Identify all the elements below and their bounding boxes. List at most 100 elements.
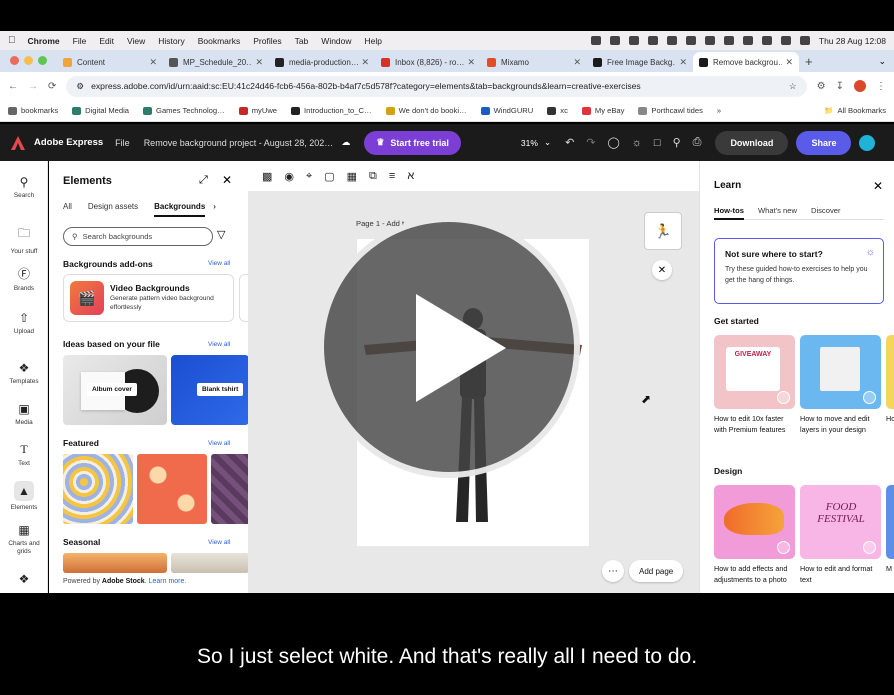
close-icon[interactable]: ✕ bbox=[222, 173, 232, 187]
effects-icon[interactable]: ▩ bbox=[262, 170, 272, 183]
browser-tab[interactable]: Remove backgrou… ✕ bbox=[693, 52, 799, 72]
browser-tab[interactable]: Inbox (8,826) - ro… ✕ bbox=[375, 52, 481, 72]
rail-addons[interactable]: ❖ bbox=[0, 572, 48, 589]
tab-whats-new[interactable]: What's new bbox=[758, 206, 797, 215]
idea-blank-tshirt[interactable]: Blank tshirt bbox=[171, 355, 248, 425]
tab-backgrounds[interactable]: Backgrounds bbox=[154, 202, 206, 217]
dismiss-icon[interactable]: ✕ bbox=[652, 260, 672, 280]
close-window-button[interactable] bbox=[10, 56, 19, 65]
translate-icon[interactable]: א bbox=[407, 170, 414, 182]
bookmark-item[interactable]: Digital Media bbox=[72, 106, 129, 115]
card-title-partial-2[interactable]: M wi bbox=[886, 564, 894, 575]
wifi-icon[interactable] bbox=[761, 36, 772, 45]
start-free-trial-button[interactable]: ♛ Start free trial bbox=[364, 130, 461, 155]
battery-icon[interactable] bbox=[742, 36, 753, 45]
addons-view-all-link[interactable]: View all bbox=[208, 260, 230, 267]
featured-background-1[interactable] bbox=[63, 454, 133, 524]
card-title-partial[interactable]: Ho bbox=[886, 414, 894, 425]
rail-brands[interactable]: Ⓕ Brands bbox=[0, 265, 48, 292]
menu-chrome[interactable]: Chrome bbox=[28, 36, 60, 46]
howto-card-premium[interactable]: GIVEAWAY bbox=[714, 335, 795, 409]
video-backgrounds-addon[interactable]: 🎬 Video Backgrounds Generate pattern vid… bbox=[63, 274, 234, 322]
rail-elements[interactable]: ▲ Elements bbox=[0, 481, 48, 511]
display-icon[interactable] bbox=[666, 36, 677, 45]
learn-more-link[interactable]: Learn more. bbox=[149, 578, 187, 585]
search-backgrounds-input[interactable]: ⚲ Search backgrounds bbox=[63, 227, 213, 246]
howto-card-effects[interactable] bbox=[714, 485, 795, 559]
apple-icon[interactable]:  bbox=[8, 35, 16, 46]
invite-icon[interactable]: ◯ bbox=[608, 136, 620, 149]
menu-bookmarks[interactable]: Bookmarks bbox=[198, 36, 241, 46]
more-bookmarks-icon[interactable]: » bbox=[717, 106, 721, 115]
close-icon[interactable]: ✕ bbox=[873, 179, 883, 193]
extension-puzzle-icon[interactable]: ⚙ bbox=[817, 81, 826, 92]
browser-tab[interactable]: MP_Schedule_20… ✕ bbox=[163, 52, 269, 72]
project-name[interactable]: Remove background project - August 28, 2… bbox=[144, 138, 334, 148]
featured-background-3[interactable] bbox=[211, 454, 248, 524]
undo-icon[interactable]: ↶ bbox=[565, 136, 574, 149]
menu-history[interactable]: History bbox=[158, 36, 184, 46]
browser-tab[interactable]: Mixamo ✕ bbox=[481, 52, 587, 72]
adobe-express-logo-icon[interactable] bbox=[10, 135, 26, 151]
browser-tab[interactable]: media-production… ✕ bbox=[269, 52, 375, 72]
new-tab-button[interactable]: + bbox=[805, 54, 813, 69]
menu-file[interactable]: File bbox=[73, 36, 87, 46]
video-play-button[interactable] bbox=[318, 216, 580, 478]
brand-name[interactable]: Adobe Express bbox=[34, 137, 103, 148]
card-title-layers[interactable]: How to move and edit layers in your desi… bbox=[800, 414, 883, 436]
rail-your-stuff[interactable]: 🗀 Your stuff bbox=[0, 224, 48, 255]
lightbulb-icon[interactable]: ☼ bbox=[632, 137, 642, 149]
bookmark-item[interactable]: Games Technolog… bbox=[143, 106, 225, 115]
volume-icon[interactable] bbox=[704, 36, 715, 45]
tab-search-chevron-icon[interactable]: ⌄ bbox=[878, 56, 886, 67]
more-options-icon[interactable]: ⋯ bbox=[602, 560, 624, 582]
rail-charts[interactable]: ▦ Charts and grids bbox=[0, 523, 48, 557]
redo-icon[interactable]: ↷ bbox=[586, 136, 595, 149]
rail-search[interactable]: ⚲ Search bbox=[0, 175, 48, 199]
featured-view-all-link[interactable]: View all bbox=[208, 440, 230, 447]
menu-profiles[interactable]: Profiles bbox=[253, 36, 281, 46]
menu-tab[interactable]: Tab bbox=[295, 36, 309, 46]
tab-discover[interactable]: Discover bbox=[811, 206, 841, 215]
bookmark-item[interactable]: Introduction_to_C… bbox=[291, 106, 372, 115]
tab-close-icon[interactable]: ✕ bbox=[361, 57, 369, 68]
add-page-button[interactable]: Add page bbox=[629, 560, 684, 582]
expand-icon[interactable]: ⤢ bbox=[199, 174, 208, 187]
featured-background-2[interactable] bbox=[137, 454, 207, 524]
zoom-window-button[interactable] bbox=[38, 56, 47, 65]
howto-card-layers[interactable] bbox=[800, 335, 881, 409]
canvas-area[interactable]: ▩ ◉ ⌖ ▢ ▦ ⧉ ≡ א Page 1 - Add t 🏃 ✕ ⬈ ⋯ A… bbox=[248, 161, 699, 593]
print-icon[interactable]: ⎙ bbox=[693, 136, 702, 149]
tab-close-icon[interactable]: ✕ bbox=[679, 57, 687, 68]
url-text[interactable]: express.adobe.com/id/urn:aaid:sc:EU:41c2… bbox=[91, 81, 641, 91]
seasonal-background-1[interactable] bbox=[63, 553, 167, 573]
spotlight-icon[interactable] bbox=[780, 36, 791, 45]
card-title-effects[interactable]: How to add effects and adjustments to a … bbox=[714, 564, 797, 586]
bookmark-item[interactable]: myUwe bbox=[238, 106, 277, 115]
clock[interactable]: Thu 28 Aug 12:08 bbox=[819, 36, 886, 46]
bookmark-item[interactable]: WindGURU bbox=[480, 106, 533, 115]
tab-close-icon[interactable]: ✕ bbox=[573, 57, 581, 68]
card-title-text[interactable]: How to edit and format text bbox=[800, 564, 883, 586]
url-bar[interactable]: ⚙ express.adobe.com/id/urn:aaid:sc:EU:41… bbox=[66, 75, 807, 97]
layer-thumbnail[interactable]: 🏃 bbox=[644, 212, 682, 250]
chrome-menu-icon[interactable]: ⋮ bbox=[876, 81, 886, 92]
menu-edit[interactable]: Edit bbox=[99, 36, 114, 46]
all-bookmarks[interactable]: 📁 All Bookmarks bbox=[824, 106, 886, 115]
arrange-icon[interactable]: ≡ bbox=[389, 170, 395, 182]
tab-close-icon[interactable]: ✕ bbox=[785, 57, 793, 68]
rail-text[interactable]: T Text bbox=[0, 442, 48, 467]
zoom-control[interactable]: 31% ⌄ bbox=[521, 137, 551, 148]
comment-icon[interactable]: □ bbox=[654, 137, 661, 149]
rail-templates[interactable]: ❖ Templates bbox=[0, 361, 48, 385]
shape-icon[interactable]: ▢ bbox=[324, 170, 334, 183]
bookmark-item[interactable]: My eBay bbox=[581, 106, 624, 115]
animate-icon[interactable]: ⧉ bbox=[369, 170, 377, 183]
minimize-window-button[interactable] bbox=[24, 56, 33, 65]
s-app-icon[interactable] bbox=[628, 36, 639, 45]
addon-card-partial[interactable] bbox=[239, 274, 248, 322]
seasonal-background-2[interactable] bbox=[171, 553, 248, 573]
bookmark-item[interactable]: bookmarks bbox=[8, 106, 58, 115]
control-center-icon[interactable] bbox=[799, 36, 810, 45]
browser-tab[interactable]: Content ✕ bbox=[57, 52, 163, 72]
